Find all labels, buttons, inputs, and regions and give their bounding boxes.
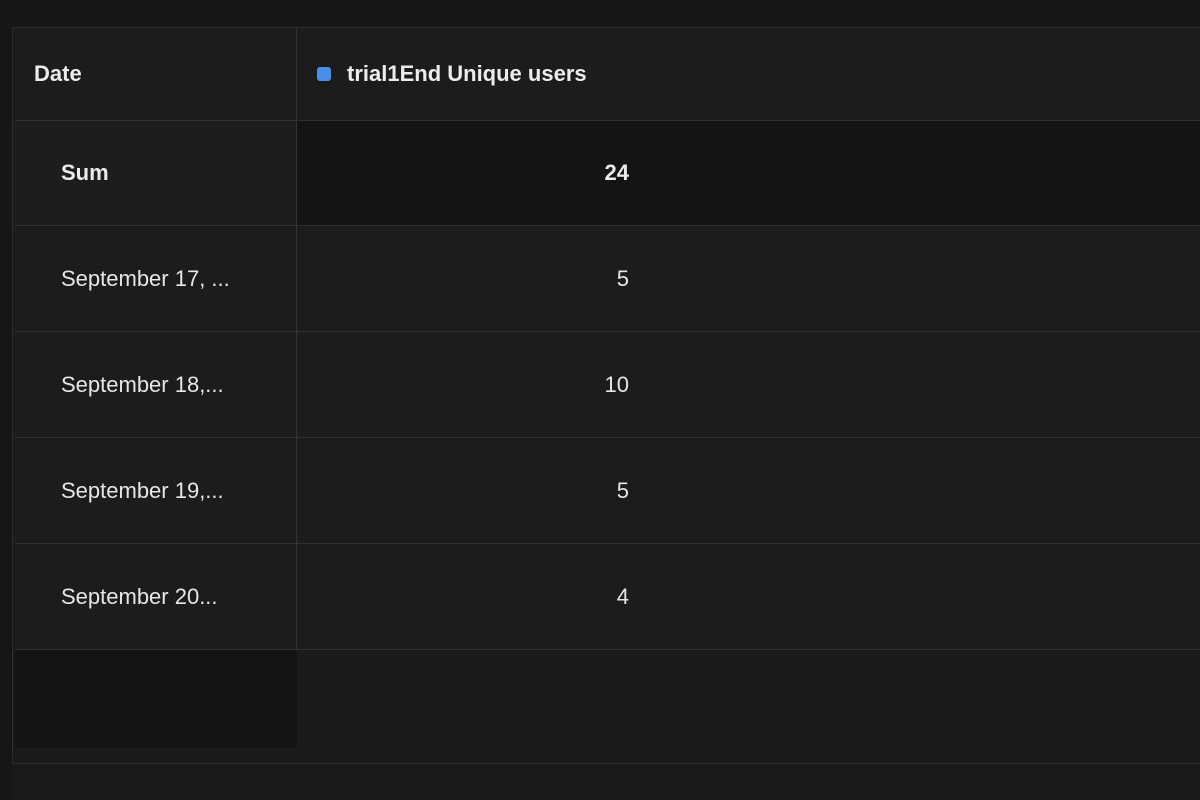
sum-label: Sum: [61, 160, 109, 185]
user-count: 5: [616, 477, 629, 503]
user-count: 5: [616, 265, 629, 291]
sum-label-cell: Sum: [15, 121, 297, 225]
table-row[interactable]: September 19,... 5: [15, 438, 1200, 544]
user-count: 4: [616, 583, 629, 609]
footer-value-cell: [297, 650, 1200, 748]
value-cell: 5: [297, 438, 1200, 543]
date-column-header[interactable]: Date: [15, 28, 297, 120]
date-column-label: Date: [34, 61, 82, 86]
date-cell: September 18,...: [15, 332, 297, 437]
data-table: Date trial1End Unique users Sum 24 Septe…: [15, 28, 1200, 748]
bottom-strip: [12, 763, 1200, 800]
sum-value: 24: [604, 160, 629, 185]
date-cell: September 17, ...: [15, 226, 297, 331]
date-cell: September 20...: [15, 544, 297, 649]
table-row[interactable]: September 17, ... 5: [15, 226, 1200, 332]
series-column-label: trial1End Unique users: [347, 61, 587, 86]
table-row[interactable]: September 18,... 10: [15, 332, 1200, 438]
series-column-header[interactable]: trial1End Unique users: [297, 28, 1200, 120]
table-footer: [15, 650, 1200, 748]
table-header-row: Date trial1End Unique users: [15, 28, 1200, 121]
sum-row: Sum 24: [15, 121, 1200, 226]
table-view: Date trial1End Unique users Sum 24 Septe…: [0, 0, 1200, 800]
user-count: 10: [604, 371, 629, 397]
value-cell: 10: [297, 332, 1200, 437]
date-cell: September 19,...: [15, 438, 297, 543]
footer-date-cell: [15, 650, 297, 748]
date-value: September 18,...: [61, 371, 224, 397]
date-value: September 19,...: [61, 477, 224, 503]
left-rail: [0, 0, 13, 800]
date-value: September 20...: [61, 583, 218, 609]
top-strip: [12, 0, 1200, 28]
value-cell: 4: [297, 544, 1200, 649]
table-row[interactable]: September 20... 4: [15, 544, 1200, 650]
series-color-swatch: [317, 67, 331, 81]
value-cell: 5: [297, 226, 1200, 331]
sum-value-cell: 24: [297, 121, 1200, 225]
date-value: September 17, ...: [61, 265, 230, 291]
